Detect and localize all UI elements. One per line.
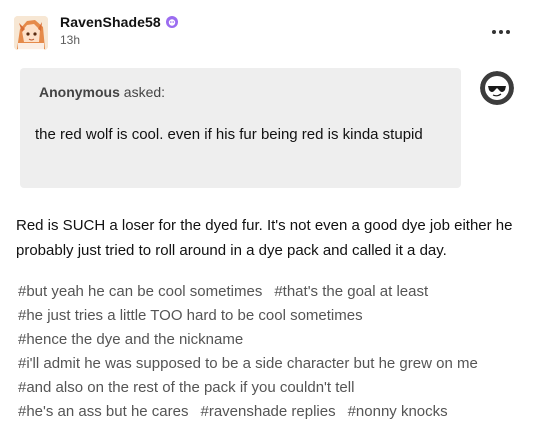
author-block: RavenShade58 13h [60, 14, 179, 47]
ask-label: Anonymous asked: [39, 84, 165, 100]
more-options-icon[interactable] [488, 22, 514, 42]
asked-label: asked: [123, 84, 166, 100]
ask-card: Anonymous asked: the red wolf is cool. e… [20, 68, 461, 188]
tag-link[interactable]: #nonny knocks [348, 400, 448, 424]
reply-text: Red is SUCH a loser for the dyed fur. It… [16, 217, 513, 259]
tag-line: #but yeah he can be cool sometimes #that… [18, 280, 528, 304]
tag-line: #he's an ass but he cares #ravenshade re… [18, 400, 528, 424]
tag-link[interactable]: #and also on the rest of the pack if you… [18, 376, 354, 400]
tag-line: #and also on the rest of the pack if you… [18, 376, 528, 400]
more-dot [506, 30, 510, 34]
tag-list: #but yeah he can be cool sometimes #that… [18, 280, 528, 424]
tag-link[interactable]: #he's an ass but he cares [18, 400, 188, 424]
tag-link[interactable]: #he just tries a little TOO hard to be c… [18, 304, 363, 328]
anonymous-sunglasses-avatar-icon [480, 71, 514, 105]
tag-link[interactable]: #that's the goal at least [274, 280, 428, 304]
more-dot [499, 30, 503, 34]
tag-link[interactable]: #hence the dye and the nickname [18, 328, 243, 352]
more-dot [492, 30, 496, 34]
tag-link[interactable]: #but yeah he can be cool sometimes [18, 280, 262, 304]
purple-crab-badge-icon[interactable] [165, 15, 179, 29]
tag-line: #hence the dye and the nickname [18, 328, 528, 352]
author-avatar[interactable] [14, 16, 48, 50]
asker-name: Anonymous [39, 84, 120, 100]
author-row: RavenShade58 [60, 14, 179, 30]
ask-question: the red wolf is cool. even if his fur be… [35, 126, 423, 143]
tag-line: #he just tries a little TOO hard to be c… [18, 304, 528, 328]
tag-line: #i'll admit he was supposed to be a side… [18, 352, 528, 376]
post-header: RavenShade58 13h [14, 12, 524, 54]
post-timestamp[interactable]: 13h [60, 33, 179, 47]
author-name[interactable]: RavenShade58 [60, 14, 161, 30]
tag-link[interactable]: #ravenshade replies [200, 400, 335, 424]
tag-link[interactable]: #i'll admit he was supposed to be a side… [18, 352, 478, 376]
